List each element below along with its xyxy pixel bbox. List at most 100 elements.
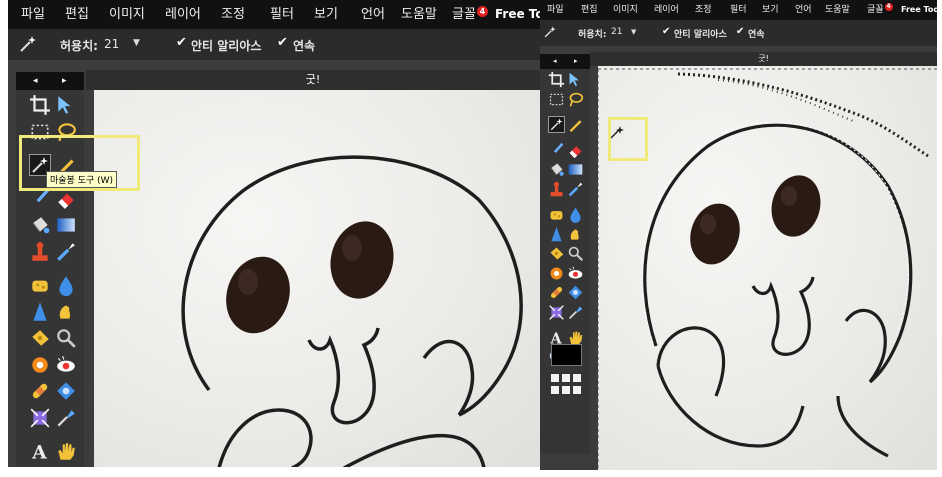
bandage-icon[interactable] <box>548 284 565 301</box>
gradient-icon[interactable] <box>55 214 77 236</box>
tolerance-dropdown-arrow[interactable]: ▼ <box>631 28 636 36</box>
replace-color-icon[interactable] <box>55 241 77 263</box>
crop-icon[interactable] <box>29 94 51 116</box>
move-icon[interactable] <box>567 71 584 88</box>
menu-filter[interactable]: 필터 <box>270 0 294 29</box>
toolbox-nav-right[interactable]: ▸ <box>574 54 578 69</box>
tolerance-dropdown-arrow[interactable]: ▼ <box>133 38 140 48</box>
menu-filter[interactable]: 필터 <box>730 0 747 20</box>
red-eye-icon[interactable] <box>55 354 77 376</box>
menu-free-tools[interactable]: Free Tools <box>901 0 937 20</box>
pinch-icon[interactable] <box>548 304 565 321</box>
contiguous-checkbox[interactable]: ✔ <box>736 26 744 37</box>
menu-view[interactable]: 보기 <box>762 0 779 20</box>
zoom-lens-icon[interactable] <box>55 327 77 349</box>
menu-bar: 파일 편집 이미지 레이어 조정 필터 보기 언어 도움말 글꼴 4 Free T… <box>8 0 540 29</box>
options-bar: 허용치: 21 ▼ ✔ 안티 알리아스 ✔ 연속 <box>8 29 540 60</box>
image-canvas[interactable] <box>94 90 540 467</box>
bucket-icon[interactable] <box>548 161 565 178</box>
menu-adjust[interactable]: 조정 <box>221 0 245 29</box>
lasso-icon[interactable] <box>567 91 584 108</box>
menu-file[interactable]: 파일 <box>547 0 564 20</box>
bucket-icon[interactable] <box>29 214 51 236</box>
magic-wand-icon[interactable] <box>548 116 565 133</box>
sharpen-icon[interactable] <box>548 226 565 243</box>
toolbox-nav-right[interactable]: ▸ <box>62 72 67 90</box>
tolerance-input[interactable]: 21 <box>104 37 119 51</box>
menu-image[interactable]: 이미지 <box>613 0 638 20</box>
stamp-icon[interactable] <box>29 241 51 263</box>
blur-icon[interactable] <box>55 274 77 296</box>
move-icon[interactable] <box>55 94 77 116</box>
menu-image[interactable]: 이미지 <box>109 0 145 29</box>
zoom-icon[interactable] <box>29 467 51 468</box>
color-picker-icon[interactable] <box>55 407 77 429</box>
menu-file[interactable]: 파일 <box>21 0 45 29</box>
toolbox-nav-left[interactable]: ◂ <box>553 54 557 69</box>
antialias-label: 안티 알리아스 <box>191 39 262 53</box>
eraser-icon[interactable] <box>567 142 584 159</box>
dodge-icon[interactable] <box>548 245 565 262</box>
hand-icon[interactable] <box>55 440 77 462</box>
menu-language[interactable]: 언어 <box>361 0 385 29</box>
document-title-bar: 굿! <box>590 52 937 66</box>
tolerance-label: 허용치: <box>578 30 607 40</box>
smudge-icon[interactable] <box>55 301 77 323</box>
tolerance-input[interactable]: 21 <box>611 27 622 37</box>
burn-icon[interactable] <box>548 265 565 282</box>
blur-icon[interactable] <box>567 206 584 223</box>
contiguous-checkbox[interactable]: ✔ <box>277 35 288 50</box>
menu-layer[interactable]: 레이어 <box>165 0 201 29</box>
toolbox-nav-left[interactable]: ◂ <box>33 72 38 90</box>
color-picker-icon[interactable] <box>567 304 584 321</box>
menu-adjust[interactable]: 조정 <box>695 0 712 20</box>
image-canvas[interactable] <box>598 66 937 470</box>
contiguous-label: 연속 <box>748 30 765 40</box>
smudge-icon[interactable] <box>567 226 584 243</box>
menu-edit[interactable]: 편집 <box>65 0 89 29</box>
magic-wand-icon <box>18 34 38 54</box>
pencil-icon[interactable] <box>567 116 584 133</box>
menu-layer[interactable]: 레이어 <box>654 0 679 20</box>
menu-fonts[interactable]: 글꼴 4 <box>452 0 488 29</box>
menu-view[interactable]: 보기 <box>314 0 338 29</box>
menu-free-tools[interactable]: Free Too <box>495 0 540 29</box>
foreground-color-swatch[interactable] <box>551 344 582 366</box>
menu-help[interactable]: 도움말 <box>401 0 437 29</box>
pinch-icon[interactable] <box>29 407 51 429</box>
sponge-icon[interactable] <box>29 274 51 296</box>
dodge-icon[interactable] <box>29 327 51 349</box>
menu-fonts[interactable]: 글꼴 4 <box>867 0 893 20</box>
magic-wand-icon <box>543 25 557 39</box>
left-screenshot: 파일 편집 이미지 레이어 조정 필터 보기 언어 도움말 글꼴 4 Free T… <box>8 0 540 467</box>
menu-fonts-label: 글꼴 <box>452 7 476 22</box>
antialias-checkbox[interactable]: ✔ <box>662 26 670 37</box>
burn-icon[interactable] <box>29 354 51 376</box>
red-eye-icon[interactable] <box>567 265 584 282</box>
stamp-icon[interactable] <box>548 181 565 198</box>
bloat-icon[interactable] <box>567 284 584 301</box>
grid-view-button[interactable] <box>551 374 582 396</box>
toolbox: ◂ ▸ A <box>540 54 590 454</box>
crop-icon[interactable] <box>548 71 565 88</box>
drawing <box>598 68 937 470</box>
brush-icon[interactable] <box>548 142 565 159</box>
antialias-checkbox[interactable]: ✔ <box>176 35 187 50</box>
gradient-icon[interactable] <box>567 161 584 178</box>
document-title: 굿! <box>305 73 321 86</box>
sharpen-icon[interactable] <box>29 301 51 323</box>
toolbox: ◂ ▸ A <box>16 72 84 467</box>
menu-help[interactable]: 도움말 <box>825 0 850 20</box>
fonts-badge: 4 <box>476 6 488 17</box>
sponge-icon[interactable] <box>548 206 565 223</box>
replace-color-icon[interactable] <box>567 181 584 198</box>
menu-fonts-label: 글꼴 <box>867 5 884 15</box>
bandage-icon[interactable] <box>29 380 51 402</box>
menu-language[interactable]: 언어 <box>795 0 812 20</box>
zoom-lens-icon[interactable] <box>567 245 584 262</box>
bloat-icon[interactable] <box>55 380 77 402</box>
tolerance-label: 허용치: <box>60 39 98 53</box>
marquee-icon[interactable] <box>548 91 565 108</box>
type-icon[interactable]: A <box>29 440 51 462</box>
menu-edit[interactable]: 편집 <box>581 0 598 20</box>
